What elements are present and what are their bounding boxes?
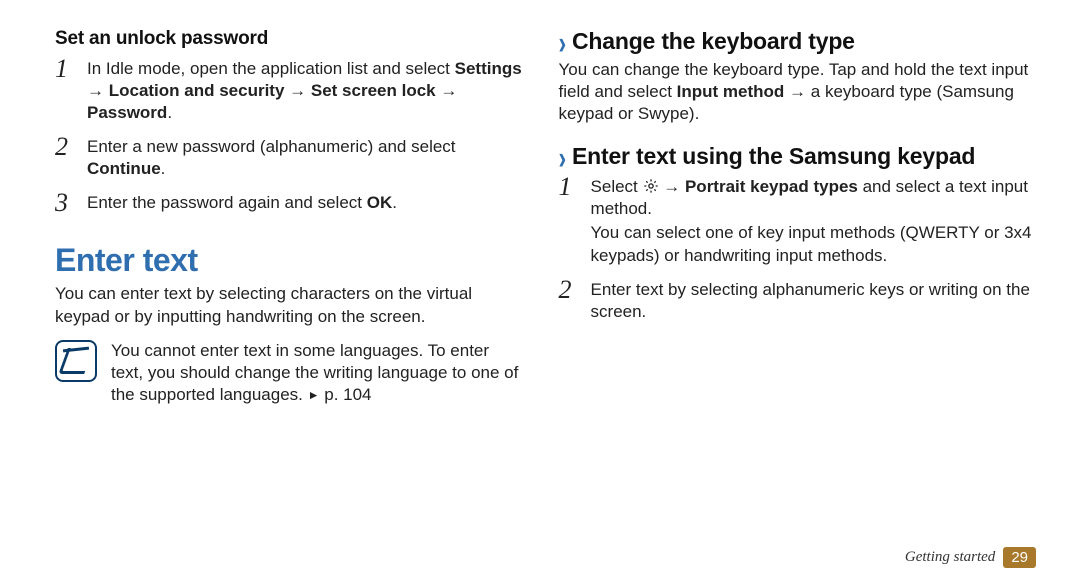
right-column: ›Change the keyboard type You can change… (559, 28, 1036, 406)
step-number: 1 (55, 56, 87, 82)
step-body: Enter the password again and select OK. (87, 190, 523, 214)
step-number: 3 (55, 190, 87, 216)
list-item: 2 Enter text by selecting alphanumeric k… (559, 277, 1036, 323)
list-item: 1 Select → Portrait keypad types and sel… (559, 174, 1036, 266)
note-icon (55, 340, 97, 382)
page-footer: Getting started 29 (905, 547, 1036, 568)
step-body: Enter text by selecting alphanumeric key… (591, 277, 1036, 323)
step-number: 1 (559, 174, 591, 200)
step-number: 2 (55, 134, 87, 160)
heading-enter-text-samsung: ›Enter text using the Samsung keypad (559, 143, 1036, 170)
unlock-password-steps: 1 In Idle mode, open the application lis… (55, 56, 523, 216)
left-column: Set an unlock password 1 In Idle mode, o… (55, 28, 523, 406)
chevron-icon: › (559, 24, 566, 62)
list-item: 2 Enter a new password (alphanumeric) an… (55, 134, 523, 180)
page-body: Set an unlock password 1 In Idle mode, o… (0, 0, 1080, 406)
page-number: 29 (1003, 547, 1036, 568)
footer-section: Getting started (905, 549, 995, 566)
heading-enter-text: Enter text (55, 242, 523, 279)
step-sub: You can select one of key input methods … (591, 222, 1036, 266)
step-body: Select → Portrait keypad types and selec… (591, 174, 1036, 266)
gear-icon (643, 178, 659, 194)
step-number: 2 (559, 277, 591, 303)
enter-text-intro: You can enter text by selecting characte… (55, 283, 523, 327)
change-keyboard-para: You can change the keyboard type. Tap an… (559, 59, 1036, 125)
list-item: 1 In Idle mode, open the application lis… (55, 56, 523, 124)
samsung-keypad-steps: 1 Select → Portrait keypad types and sel… (559, 174, 1036, 323)
step-body: In Idle mode, open the application list … (87, 56, 523, 124)
note-text: You cannot enter text in some languages.… (111, 340, 523, 406)
triangle-icon: ► (308, 388, 320, 402)
chevron-icon: › (559, 139, 566, 177)
note-block: You cannot enter text in some languages.… (55, 340, 523, 406)
step-body: Enter a new password (alphanumeric) and … (87, 134, 523, 180)
heading-change-keyboard-type: ›Change the keyboard type (559, 28, 1036, 55)
list-item: 3 Enter the password again and select OK… (55, 190, 523, 216)
heading-set-unlock-password: Set an unlock password (55, 28, 523, 50)
